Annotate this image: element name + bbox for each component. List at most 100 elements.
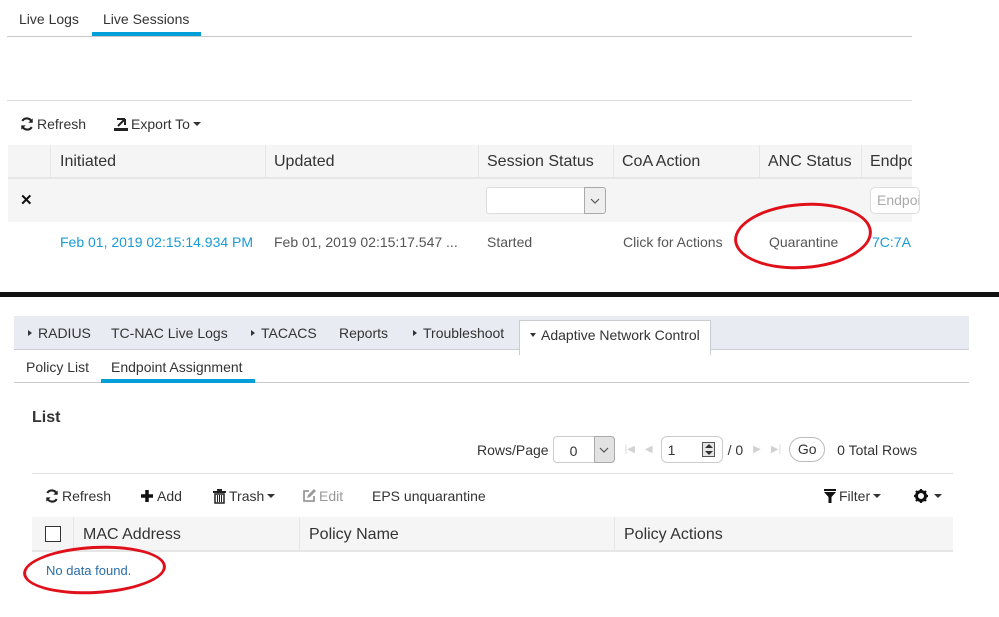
select-all-checkbox[interactable] xyxy=(45,526,61,542)
next-page-icon[interactable]: ▶ xyxy=(753,444,761,455)
filter-icon xyxy=(824,489,836,503)
refresh-label: Refresh xyxy=(62,488,112,504)
top-tab-bar: Live Logs Live Sessions xyxy=(7,0,912,37)
nav-tacacs[interactable]: TACACS xyxy=(251,316,317,350)
operations-nav-bar: RADIUS TC-NAC Live Logs TACACS Reports T… xyxy=(14,316,969,355)
tab-live-sessions[interactable]: Live Sessions xyxy=(103,11,189,27)
active-tab-indicator xyxy=(92,32,201,36)
filter-row: ✕ Endpoint ID xyxy=(8,179,920,222)
rows-per-page-select[interactable]: 0 xyxy=(552,436,615,463)
chevron-down-icon xyxy=(192,122,201,126)
session-status-filter-select[interactable] xyxy=(486,187,606,214)
coa-action-cell[interactable]: Click for Actions xyxy=(623,222,753,262)
session-status-cell: Started xyxy=(487,234,533,250)
initiated-cell[interactable]: Feb 01, 2019 02:15:14.934 PM xyxy=(60,222,270,262)
endpoint-id-filter-input[interactable]: Endpoint ID xyxy=(870,187,920,214)
tab-live-logs[interactable]: Live Logs xyxy=(19,11,79,27)
caret-right-icon xyxy=(28,330,32,337)
column-header-anc-status[interactable]: ANC Status xyxy=(759,145,861,179)
nav-tc-nac-live-logs[interactable]: TC-NAC Live Logs xyxy=(111,316,228,350)
caret-down-icon xyxy=(530,333,536,338)
trash-icon xyxy=(213,488,226,504)
export-icon xyxy=(114,117,129,131)
column-header-endpoint-id[interactable]: Endpoint ID xyxy=(861,145,912,179)
nav-adaptive-network-control[interactable]: Adaptive Network Control xyxy=(519,320,711,355)
chevron-down-icon xyxy=(599,447,609,453)
anc-status-cell: Quarantine xyxy=(769,234,839,250)
add-button[interactable]: Add xyxy=(140,486,182,506)
table-header: MAC Address Policy Name Policy Actions xyxy=(32,517,953,552)
anc-sub-tabs: Policy List Endpoint Assignment xyxy=(14,351,969,383)
nav-radius[interactable]: RADIUS xyxy=(28,316,91,350)
page-number-input[interactable]: 1 xyxy=(660,436,723,463)
chevron-down-icon xyxy=(934,494,942,498)
settings-button[interactable] xyxy=(914,486,942,506)
caret-right-icon xyxy=(413,330,417,337)
refresh-label: Refresh xyxy=(37,116,87,132)
nav-troubleshoot-label: Troubleshoot xyxy=(423,325,505,341)
gear-icon xyxy=(914,489,928,503)
nav-troubleshoot[interactable]: Troubleshoot xyxy=(413,316,504,350)
last-page-icon[interactable]: ▶| xyxy=(771,444,781,455)
dropdown-button[interactable] xyxy=(593,436,615,463)
rows-per-page-label: Rows/Page xyxy=(477,441,549,458)
no-data-message: No data found. xyxy=(46,563,132,578)
chevron-down-icon xyxy=(590,198,600,204)
total-pages: / 0 xyxy=(727,441,744,458)
column-header-coa-action[interactable]: CoA Action xyxy=(613,145,759,179)
sessions-toolbar: Refresh Export To xyxy=(20,114,201,134)
edit-button[interactable]: Edit xyxy=(302,486,343,506)
pagination: Rows/Page 0 |◀ ◀ 1 / 0 ▶ ▶| Go 0 Total R… xyxy=(477,436,917,463)
dropdown-button[interactable] xyxy=(584,187,606,214)
chevron-down-icon xyxy=(873,494,882,498)
list-title: List xyxy=(32,409,61,426)
rows-per-page-value: 0 xyxy=(569,443,578,459)
chevron-down-icon xyxy=(267,494,276,498)
divider xyxy=(7,100,912,101)
filter-label: Filter xyxy=(839,488,871,504)
clear-filter-icon[interactable]: ✕ xyxy=(20,191,33,209)
edit-label: Edit xyxy=(319,488,344,504)
divider xyxy=(32,473,953,474)
column-header-initiated[interactable]: Initiated xyxy=(50,145,265,179)
filter-button[interactable]: Filter xyxy=(824,486,882,506)
column-header-updated[interactable]: Updated xyxy=(265,145,478,179)
nav-tacacs-label: TACACS xyxy=(261,325,317,341)
nav-radius-label: RADIUS xyxy=(38,325,91,341)
active-tab-indicator xyxy=(101,379,255,383)
nav-reports[interactable]: Reports xyxy=(339,316,388,350)
total-rows-count: 0 Total Rows xyxy=(837,441,918,458)
column-header-session-status[interactable]: Session Status xyxy=(478,145,613,179)
updated-cell: Feb 01, 2019 02:15:17.547 ... xyxy=(274,234,458,250)
export-label: Export To xyxy=(131,116,190,132)
table-header: Initiated Updated Session Status CoA Act… xyxy=(8,145,912,179)
endpoint-assignment-table: MAC Address Policy Name Policy Actions xyxy=(32,517,953,552)
first-page-icon[interactable]: |◀ xyxy=(625,444,635,455)
export-to-button[interactable]: Export To xyxy=(114,116,201,132)
live-sessions-table: Initiated Updated Session Status CoA Act… xyxy=(8,145,920,262)
eps-unquarantine-button[interactable]: EPS unquarantine xyxy=(372,486,486,506)
go-button[interactable]: Go xyxy=(789,437,826,462)
header-spacer xyxy=(8,145,50,179)
plus-icon xyxy=(141,490,153,502)
refresh-button[interactable]: Refresh xyxy=(20,116,86,132)
nav-tc-nac-label: TC-NAC Live Logs xyxy=(111,325,228,341)
previous-page-icon[interactable]: ◀ xyxy=(645,444,653,455)
column-header-mac-address[interactable]: MAC Address xyxy=(73,517,299,552)
refresh-button[interactable]: Refresh xyxy=(45,486,111,506)
list-toolbar: Refresh Add Trash Edit EPS unquarantine … xyxy=(45,486,945,506)
trash-label: Trash xyxy=(229,488,265,504)
edit-icon xyxy=(303,489,316,502)
column-header-policy-name[interactable]: Policy Name xyxy=(299,517,614,552)
caret-right-icon xyxy=(251,330,255,337)
tab-endpoint-assignment[interactable]: Endpoint Assignment xyxy=(111,359,243,375)
trash-button[interactable]: Trash xyxy=(213,486,276,506)
refresh-icon xyxy=(46,489,58,503)
endpoint-id-cell[interactable]: 7C:7A: xyxy=(872,222,912,262)
tab-policy-list[interactable]: Policy List xyxy=(26,359,89,375)
table-row: Feb 01, 2019 02:15:14.934 PM Feb 01, 201… xyxy=(8,222,912,262)
current-page-value: 1 xyxy=(667,442,676,458)
add-label: Add xyxy=(157,488,182,504)
page-spinner-icon[interactable] xyxy=(701,442,715,457)
column-header-policy-actions[interactable]: Policy Actions xyxy=(614,517,953,552)
